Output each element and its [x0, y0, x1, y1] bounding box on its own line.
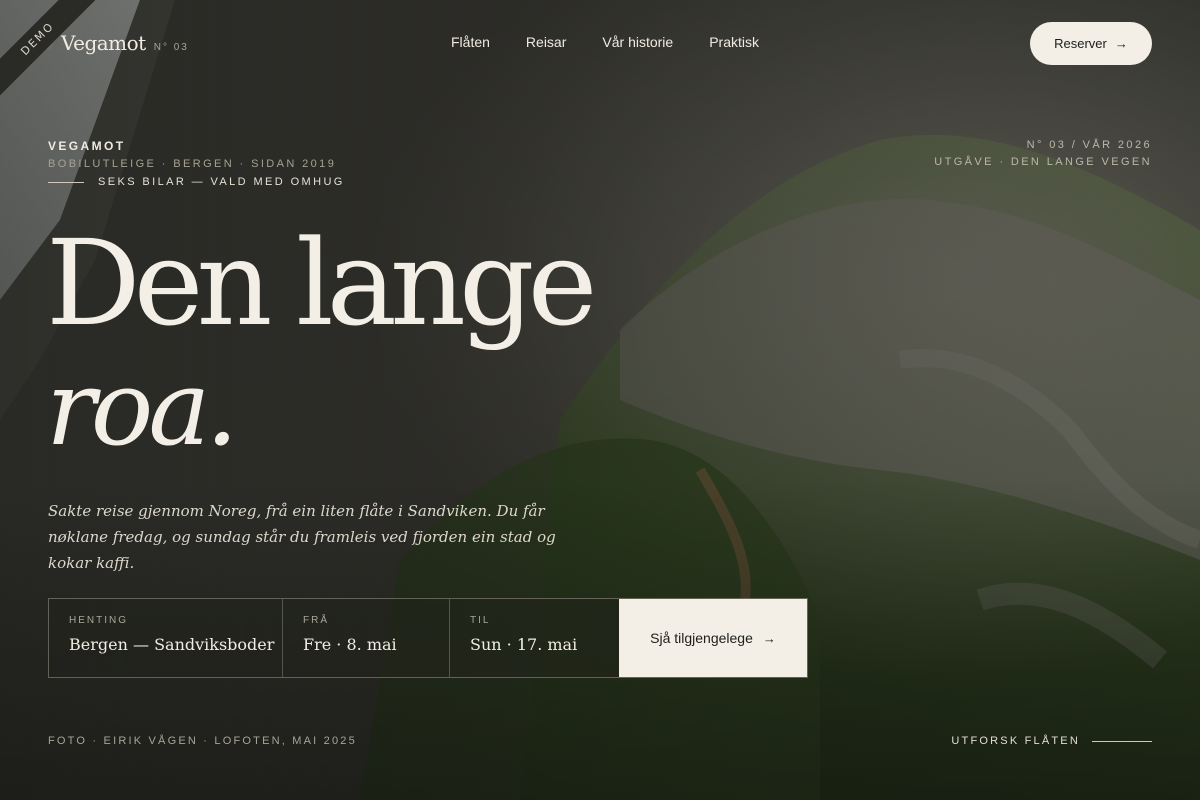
logo-issue-number: N° 03: [153, 42, 189, 53]
meta-subtitle: BOBILUTLEIGE · BERGEN · SIDAN 2019: [48, 158, 337, 170]
pickup-value: Bergen — Sandviksboder: [69, 635, 275, 654]
hero-headline: Den lange roa.: [46, 214, 597, 469]
nav-item-praktisk[interactable]: Praktisk: [709, 34, 759, 50]
brand-meta: VEGAMOT BOBILUTLEIGE · BERGEN · SIDAN 20…: [48, 139, 345, 188]
meta-tagline-row: SEKS BILAR — VALD MED OMHUG: [48, 176, 345, 188]
demo-ribbon: DEMO: [0, 0, 140, 140]
divider-line: [48, 181, 84, 183]
issue-edition: UTGÅVE · DEN LANGE VEGEN: [934, 156, 1152, 168]
explore-fleet-link[interactable]: UTFORSK FLÅTEN: [951, 735, 1152, 747]
photo-credit: FOTO · EIRIK VÅGEN · LOFOTEN, MAI 2025: [48, 735, 357, 747]
demo-ribbon-label: DEMO: [0, 0, 104, 105]
from-date-field[interactable]: FRÅ Fre · 8. mai: [283, 599, 450, 677]
pickup-label: HENTING: [69, 615, 128, 626]
booking-form: HENTING Bergen — Sandviksboder FRÅ Fre ·…: [48, 598, 808, 678]
issue-number: N° 03 / VÅR 2026: [1026, 139, 1152, 151]
from-value: Fre · 8. mai: [303, 635, 397, 654]
nav-item-var-historie[interactable]: Vår historie: [602, 34, 673, 50]
nav-item-flaten[interactable]: Flåten: [451, 34, 490, 50]
hero-line-2: roa.: [46, 347, 238, 469]
divider-line: [1092, 740, 1152, 742]
reserve-button[interactable]: Reserver →: [1030, 22, 1152, 65]
issue-meta: N° 03 / VÅR 2026 UTGÅVE · DEN LANGE VEGE…: [934, 139, 1152, 168]
to-date-field[interactable]: TIL Sun · 17. mai: [450, 599, 619, 677]
check-availability-label: Sjå tilgjengelege: [650, 630, 753, 646]
hero-lede: Sakte reise gjennom Noreg, frå ein liten…: [48, 502, 556, 572]
explore-fleet-label: UTFORSK FLÅTEN: [951, 735, 1080, 747]
to-value: Sun · 17. mai: [470, 635, 578, 654]
pickup-field[interactable]: HENTING Bergen — Sandviksboder: [49, 599, 283, 677]
hero-line-1: Den lange: [46, 214, 597, 352]
meta-tagline: SEKS BILAR — VALD MED OMHUG: [98, 176, 345, 188]
meta-brand: VEGAMOT: [48, 139, 126, 153]
check-availability-button[interactable]: Sjå tilgjengelege →: [619, 599, 807, 677]
from-label: FRÅ: [303, 615, 329, 626]
arrow-right-icon: →: [1114, 36, 1128, 51]
nav-item-reisar[interactable]: Reisar: [526, 34, 566, 50]
reserve-button-label: Reserver: [1054, 36, 1107, 51]
to-label: TIL: [470, 615, 491, 626]
arrow-right-icon: →: [762, 630, 776, 646]
main-nav: Flåten Reisar Vår historie Praktisk: [451, 34, 759, 50]
